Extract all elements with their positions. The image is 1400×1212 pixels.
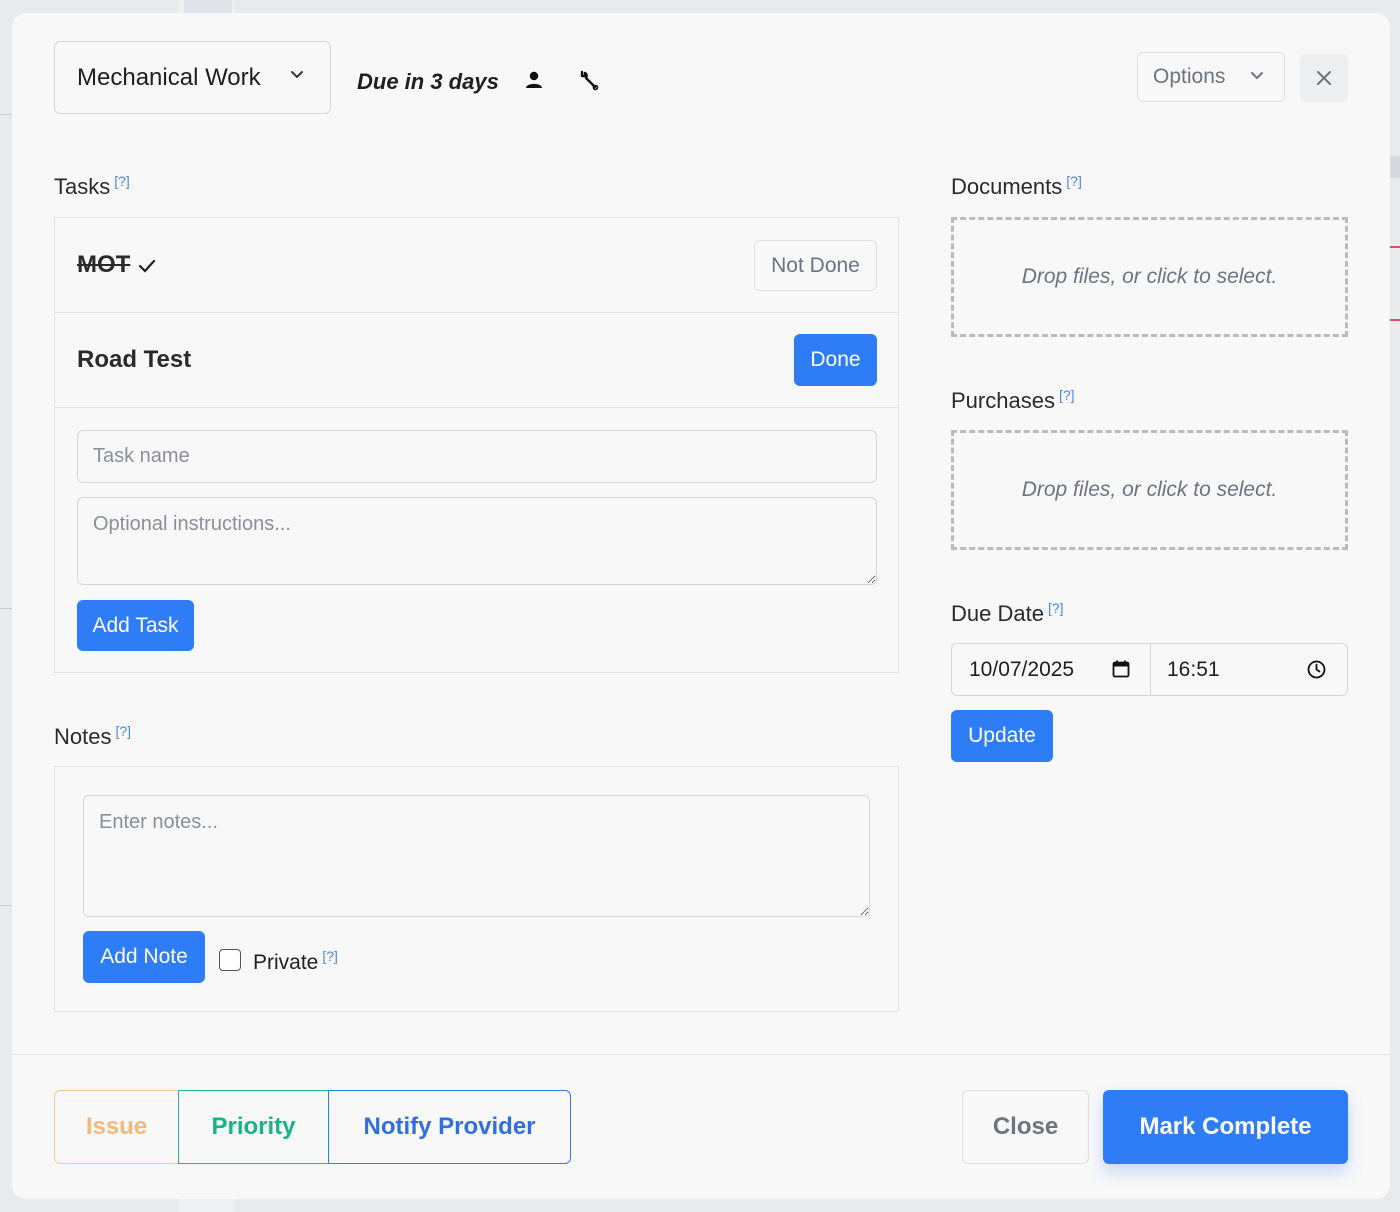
notes-input[interactable] — [83, 795, 870, 917]
documents-help-link[interactable]: [?] — [1066, 173, 1082, 189]
private-label: Private [?] — [253, 948, 338, 975]
background-accent-line — [1390, 319, 1400, 321]
due-date-input-group: 10/07/2025 16:51 — [951, 643, 1348, 696]
background-divider — [0, 905, 12, 906]
options-dropdown[interactable]: Options — [1137, 52, 1285, 102]
background-scroll-bar — [1390, 156, 1400, 178]
job-type-select[interactable]: Mechanical Work — [54, 41, 331, 114]
clock-icon[interactable] — [1307, 660, 1326, 679]
documents-dropzone[interactable]: Drop files, or click to select. — [951, 217, 1348, 337]
add-note-button[interactable]: Add Note — [83, 931, 205, 983]
mark-done-button[interactable]: Done — [794, 334, 877, 386]
checkmark-icon — [139, 259, 156, 273]
options-label: Options — [1153, 65, 1226, 88]
close-icon-button[interactable] — [1300, 54, 1348, 102]
due-date-help-link[interactable]: [?] — [1048, 600, 1064, 616]
wrench-icon[interactable] — [577, 69, 599, 91]
purchases-dropzone[interactable]: Drop files, or click to select. — [951, 430, 1348, 550]
due-date-label: Due Date — [951, 601, 1044, 626]
notes-help-link[interactable]: [?] — [115, 723, 131, 739]
tasks-label: Tasks — [54, 174, 111, 199]
close-button[interactable]: Close — [962, 1090, 1089, 1164]
time-input[interactable]: 16:51 — [1151, 644, 1347, 695]
task-row: Road Test Done — [55, 313, 898, 408]
calendar-icon[interactable] — [1112, 660, 1130, 678]
documents-heading: Documents [?] — [951, 173, 1082, 200]
chevron-down-icon — [291, 71, 303, 79]
background-divider — [0, 114, 12, 115]
chevron-down-icon — [1251, 72, 1263, 80]
task-row: MOT Not Done — [55, 218, 898, 313]
purchases-heading: Purchases [?] — [951, 387, 1075, 414]
priority-button[interactable]: Priority — [178, 1090, 329, 1164]
private-help-link[interactable]: [?] — [322, 948, 338, 964]
task-name-completed: MOT — [77, 251, 156, 279]
mark-complete-button[interactable]: Mark Complete — [1103, 1090, 1348, 1164]
issue-button[interactable]: Issue — [54, 1090, 179, 1164]
job-detail-modal: Mechanical Work Due in 3 days Options Ta… — [12, 13, 1390, 1199]
tasks-heading: Tasks [?] — [54, 173, 130, 200]
task-name-text: Road Test — [77, 346, 192, 373]
background-divider — [0, 608, 12, 609]
task-name-input[interactable] — [77, 430, 877, 483]
user-icon[interactable] — [523, 69, 545, 91]
purchases-label: Purchases — [951, 388, 1055, 413]
time-value: 16:51 — [1167, 657, 1220, 681]
due-status: Due in 3 days — [357, 69, 499, 94]
notify-provider-button[interactable]: Notify Provider — [328, 1090, 571, 1164]
close-icon — [1317, 71, 1331, 85]
documents-label: Documents — [951, 174, 1063, 199]
background-accent-line — [1390, 246, 1400, 248]
tasks-panel: MOT Not Done Road Test Done Add Task — [54, 217, 899, 673]
notes-heading: Notes [?] — [54, 723, 131, 750]
purchases-help-link[interactable]: [?] — [1059, 387, 1075, 403]
task-instructions-input[interactable] — [77, 497, 877, 585]
mark-not-done-button[interactable]: Not Done — [754, 240, 877, 291]
task-name-text: MOT — [77, 251, 131, 278]
notes-panel: Add Note Private[?] — [54, 766, 899, 1012]
date-value: 10/07/2025 — [969, 657, 1075, 681]
private-checkbox[interactable] — [219, 949, 241, 971]
footer-divider — [12, 1054, 1390, 1055]
update-due-date-button[interactable]: Update — [951, 710, 1053, 762]
private-label-text: Private — [253, 951, 319, 974]
tasks-help-link[interactable]: [?] — [114, 173, 130, 189]
date-input[interactable]: 10/07/2025 — [952, 644, 1151, 695]
background-tab — [184, 0, 232, 14]
notes-label: Notes — [54, 724, 112, 749]
add-task-button[interactable]: Add Task — [77, 600, 194, 651]
due-date-heading: Due Date [?] — [951, 600, 1064, 627]
job-type-value: Mechanical Work — [77, 63, 261, 91]
